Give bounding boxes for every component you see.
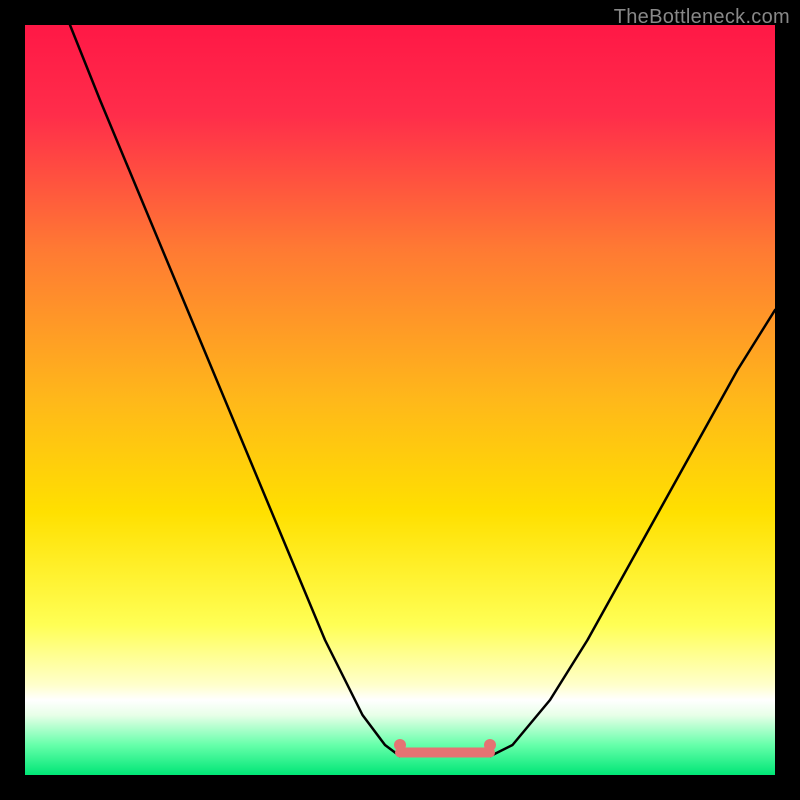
point-marker-left-dot bbox=[394, 739, 406, 751]
chart-svg bbox=[25, 25, 775, 775]
point-marker-right-dot bbox=[484, 739, 496, 751]
plot-area bbox=[25, 25, 775, 775]
gradient-background bbox=[25, 25, 775, 775]
watermark-text: TheBottleneck.com bbox=[614, 6, 790, 29]
chart-container: TheBottleneck.com bbox=[0, 0, 800, 800]
